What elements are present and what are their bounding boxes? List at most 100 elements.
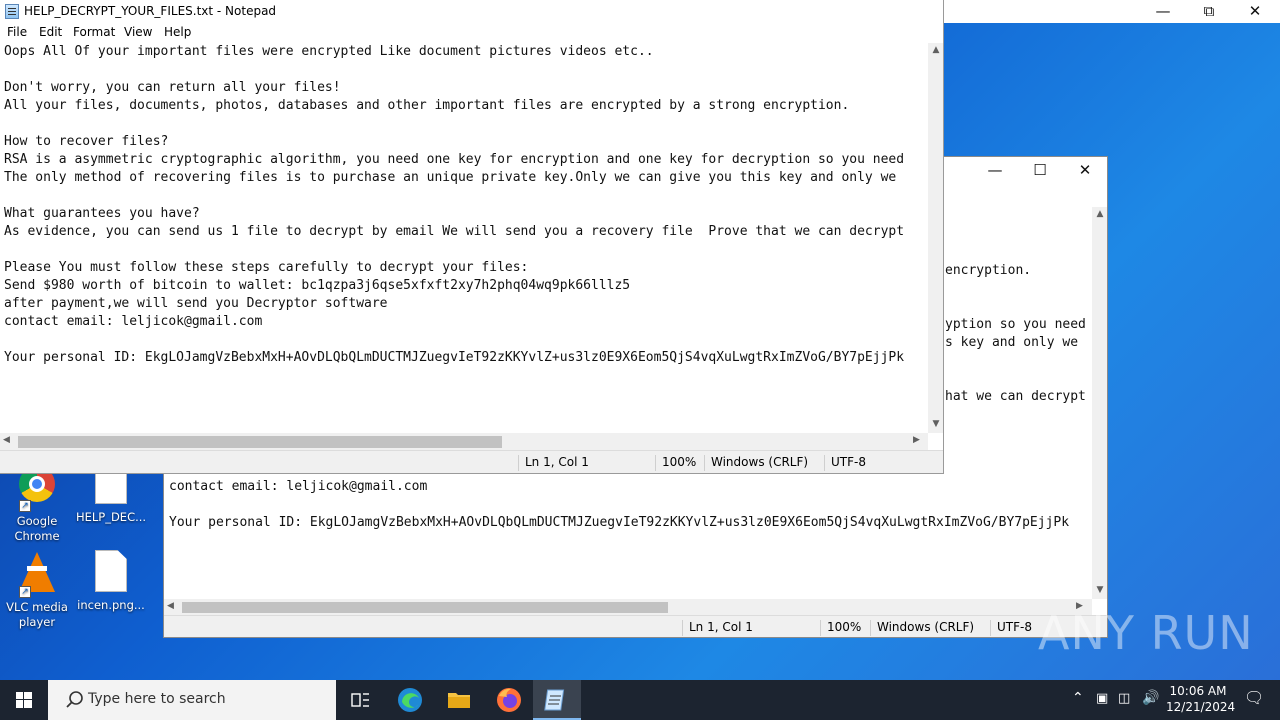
clock[interactable]: 10:06 AM 12/21/2024 [1166, 683, 1236, 715]
desktop-icon-label: VLC media player [6, 600, 68, 629]
text-line: after payment,we will send you Decryptor… [4, 296, 388, 311]
menu-file[interactable]: File [7, 25, 27, 39]
status-bar: Ln 1, Col 1 100% Windows (CRLF) UTF-8 [164, 615, 1107, 637]
title-bar[interactable]: HELP_DECRYPT_YOUR_FILES.txt - Notepad [0, 0, 943, 23]
scroll-down-icon[interactable]: ▼ [1092, 585, 1107, 595]
text-editor[interactable]: Oops All Of your important files were en… [0, 43, 928, 433]
desktop-icon-label: incen.png... [77, 598, 145, 612]
watermark: ANY RUN [1038, 606, 1254, 660]
scrollbar-thumb[interactable] [18, 436, 502, 448]
text-line: RSA is a asymmetric cryptographic algori… [4, 152, 905, 167]
close-button[interactable]: ✕ [1232, 0, 1278, 23]
line-ending: Windows (CRLF) [870, 620, 974, 636]
status-bar: Ln 1, Col 1 100% Windows (CRLF) UTF-8 [0, 450, 943, 473]
text-line: contact email: leljicok@gmail.com [4, 314, 263, 329]
menu-edit[interactable]: Edit [39, 25, 62, 39]
zoom-level: 100% [655, 455, 696, 471]
desktop-icon-incen[interactable]: incen.png... [74, 550, 148, 613]
desktop: ↗ Google Chrome HELP_DEC... ↗ VLC media … [0, 0, 1280, 680]
edge-taskbar-button[interactable] [386, 680, 434, 720]
notification-icon[interactable]: 🗨 [1244, 688, 1264, 707]
cursor-position: Ln 1, Col 1 [682, 620, 753, 636]
file-icon [95, 550, 127, 592]
text-line: What guarantees you have? [4, 206, 200, 221]
chevron-up-icon[interactable]: ⌃ [1072, 690, 1084, 706]
scroll-up-icon[interactable]: ▲ [1092, 209, 1107, 219]
edge-icon [398, 688, 422, 712]
text-line [4, 61, 904, 79]
text-line: Your personal ID: EkgLOJamgVzBebxMxH+AOv… [4, 350, 905, 365]
desktop-icon-chrome[interactable]: ↗ Google Chrome [0, 462, 74, 544]
clock-date: 12/21/2024 [1166, 700, 1236, 714]
scroll-up-icon[interactable]: ▲ [928, 45, 943, 55]
menu-view[interactable]: View [124, 25, 152, 39]
desktop-icon-label: HELP_DEC... [75, 510, 147, 524]
menu-format[interactable]: Format [73, 25, 115, 39]
desktop-icon-vlc[interactable]: ↗ VLC media player [0, 550, 74, 630]
network-icon[interactable]: ▣ [1096, 691, 1108, 706]
text-fragment: hat we can decrypt [945, 389, 1086, 404]
firefox-icon [497, 688, 521, 712]
scrollbar-thumb[interactable] [182, 602, 668, 613]
text-line [4, 115, 904, 133]
folder-icon [448, 693, 470, 708]
maximize-button[interactable]: ☐ [1017, 159, 1063, 182]
text-line: Don't worry, you can return all your fil… [4, 80, 341, 95]
text-fragment: s key and only we [945, 335, 1079, 350]
text-line: Please You must follow these steps caref… [4, 260, 529, 275]
vertical-scrollbar[interactable]: ▲ ▼ [928, 43, 943, 433]
document-text: Oops All Of your important files were en… [4, 43, 904, 367]
front-window-caption-extension: — ⧉ ✕ [944, 0, 1280, 23]
search-placeholder: Type here to search [88, 691, 226, 707]
ethernet-icon[interactable]: ◫ [1118, 691, 1130, 706]
task-view-button[interactable] [336, 680, 384, 720]
cursor-position: Ln 1, Col 1 [518, 455, 589, 471]
minimize-button[interactable]: — [972, 159, 1018, 182]
taskbar: Type here to search ⌃ ▣ ◫ 🔊 10:06 AM 12/… [0, 680, 1280, 720]
text-line: As evidence, you can send us 1 file to d… [4, 224, 905, 239]
scroll-left-icon[interactable]: ◀ [3, 435, 10, 445]
windows-icon [16, 692, 32, 708]
encoding: UTF-8 [824, 455, 866, 471]
text-line: contact email: leljicok@gmail.com [169, 479, 428, 494]
vertical-scrollbar[interactable]: ▲ ▼ [1092, 207, 1107, 599]
notepad-icon [544, 689, 565, 711]
text-fragment: yption so you need [945, 317, 1086, 332]
menu-bar: File Edit Format View Help [0, 23, 943, 42]
text-line: Your personal ID: EkgLOJamgVzBebxMxH+AOv… [169, 515, 1070, 530]
menu-help[interactable]: Help [164, 25, 191, 39]
window-title: HELP_DECRYPT_YOUR_FILES.txt - Notepad [24, 4, 277, 18]
desktop-icon-label: Google Chrome [14, 514, 60, 543]
maximize-button[interactable]: ⧉ [1186, 0, 1232, 23]
text-line [4, 187, 904, 205]
scroll-left-icon[interactable]: ◀ [167, 601, 174, 611]
close-button[interactable]: ✕ [1062, 159, 1107, 182]
search-box[interactable]: Type here to search [48, 680, 336, 720]
text-line: Send $980 worth of bitcoin to wallet: bc… [4, 278, 631, 293]
clock-time: 10:06 AM [1169, 684, 1227, 698]
firefox-taskbar-button[interactable] [485, 680, 533, 720]
scroll-down-icon[interactable]: ▼ [928, 419, 943, 429]
notepad-icon [5, 4, 19, 19]
text-line: The only method of recovering files is t… [4, 170, 897, 185]
scroll-right-icon[interactable]: ▶ [913, 435, 920, 445]
task-view-icon [351, 693, 369, 707]
encoding: UTF-8 [990, 620, 1032, 636]
notepad-window-front[interactable]: HELP_DECRYPT_YOUR_FILES.txt - Notepad Fi… [0, 0, 944, 474]
text-line [4, 241, 904, 259]
text-line: Oops All Of your important files were en… [4, 44, 654, 59]
text-line [4, 331, 904, 349]
text-line: All your files, documents, photos, datab… [4, 98, 850, 113]
text-fragment: encryption. [945, 263, 1032, 278]
start-button[interactable] [0, 680, 48, 720]
horizontal-scrollbar[interactable]: ◀ ▶ [0, 433, 928, 450]
horizontal-scrollbar[interactable]: ◀ ▶ [164, 599, 1092, 615]
zoom-level: 100% [820, 620, 861, 636]
file-explorer-taskbar-button[interactable] [435, 680, 483, 720]
notepad-taskbar-button[interactable] [533, 680, 581, 720]
minimize-button[interactable]: — [1140, 0, 1186, 23]
volume-icon[interactable]: 🔊 [1142, 690, 1159, 706]
line-ending: Windows (CRLF) [704, 455, 808, 471]
system-tray: ⌃ ▣ ◫ 🔊 10:06 AM 12/21/2024 🗨 [1068, 680, 1280, 720]
text-line: How to recover files? [4, 134, 169, 149]
